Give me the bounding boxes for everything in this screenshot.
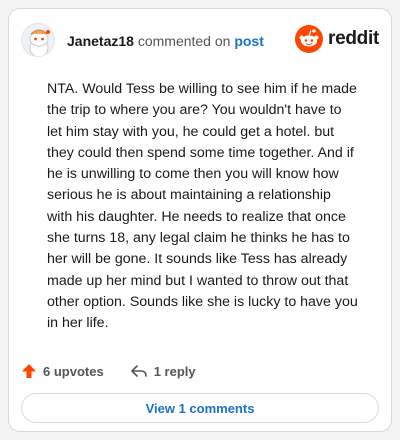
view-comments-button[interactable]: View 1 comments — [21, 393, 379, 423]
reply-arrow-icon — [130, 365, 147, 377]
upvote-button[interactable]: 6 upvotes — [21, 363, 104, 379]
avatar[interactable] — [21, 23, 55, 57]
reddit-brand[interactable]: reddit — [295, 25, 379, 53]
reddit-wordmark: reddit — [328, 28, 379, 49]
comment-header: Janetaz18 commented on post reddit — [21, 23, 379, 59]
comment-card: Janetaz18 commented on post reddit NTA. … — [8, 8, 392, 432]
reply-button[interactable]: 1 reply — [130, 363, 196, 379]
reddit-logo-icon — [295, 25, 324, 53]
comment-actions: 6 upvotes 1 reply — [21, 361, 196, 381]
username-link[interactable]: Janetaz18 — [67, 33, 134, 49]
snoo-avatar-icon — [29, 29, 50, 56]
post-link[interactable]: post — [234, 33, 264, 49]
upvotes-count: 6 upvotes — [43, 363, 104, 379]
reply-count: 1 reply — [153, 363, 196, 379]
upvote-arrow-icon — [22, 364, 36, 378]
comment-body: NTA. Would Tess be willing to see him if… — [47, 81, 358, 332]
commented-on-text: commented on — [137, 33, 231, 49]
comment-meta: Janetaz18 commented on post — [67, 33, 264, 49]
